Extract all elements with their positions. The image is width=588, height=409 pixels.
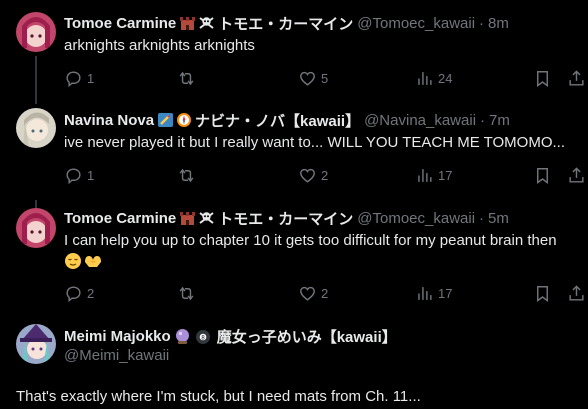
bookmark-icon xyxy=(537,167,548,184)
display-name[interactable]: Tomoe Carmine xyxy=(64,15,176,32)
action-bar: 1 2 17 xyxy=(64,165,584,185)
views-icon xyxy=(418,168,432,182)
display-name[interactable]: Meimi Majokko xyxy=(64,328,171,345)
retweet-icon xyxy=(179,168,194,182)
tweet-header: Tomoe Carmine トモエ・カーマイン @Tomoec_kawaii ·… xyxy=(64,13,509,33)
bookmark-icon xyxy=(537,70,548,87)
separator-dot: · xyxy=(479,209,485,227)
like-count: 2 xyxy=(321,167,329,183)
retweet-button[interactable] xyxy=(177,68,200,88)
tweet-text: ive never played it but I really want to… xyxy=(64,134,566,151)
reply-icon xyxy=(66,285,81,302)
share-icon xyxy=(569,166,584,183)
separator-dot: · xyxy=(480,111,486,129)
avatar-tomoe[interactable] xyxy=(16,208,56,248)
skull-crossbones-icon xyxy=(198,15,215,31)
views-icon xyxy=(418,286,432,300)
eight-ball-icon: 8 xyxy=(195,329,211,345)
timestamp[interactable]: 7m xyxy=(489,112,510,129)
flag-emoji-icon xyxy=(157,112,174,128)
views-button[interactable]: 17 xyxy=(415,283,452,303)
timestamp[interactable]: 5m xyxy=(488,210,509,227)
reply-count: 1 xyxy=(87,70,95,86)
like-button[interactable]: 5 xyxy=(298,68,328,88)
relieved-face-icon xyxy=(65,253,81,269)
tweet-header: Meimi Majokko 8 魔女っ子めいみ【kawaii】 xyxy=(64,326,397,347)
like-count: 5 xyxy=(321,70,329,86)
jp-name: トモエ・カーマイン xyxy=(218,15,354,33)
heart-icon xyxy=(300,71,315,86)
reply-icon xyxy=(66,70,81,87)
display-name[interactable]: Tomoe Carmine xyxy=(64,210,176,227)
tweet-4[interactable]: Meimi Majokko 8 魔女っ子めいみ【kawaii】 @Meimi_k… xyxy=(0,312,588,409)
tweet-header: Navina Nova ナビナ・ノバ【kawaii】 @Navina_kawai… xyxy=(64,110,510,130)
heart-icon xyxy=(300,168,315,183)
reply-button[interactable]: 2 xyxy=(64,283,94,303)
handle[interactable]: @Navina_kawaii xyxy=(364,112,476,129)
avatar-meimi[interactable] xyxy=(16,324,56,364)
jp-name: トモエ・カーマイン xyxy=(218,210,354,228)
views-icon xyxy=(418,71,432,85)
view-count: 17 xyxy=(438,285,453,301)
display-name[interactable]: Navina Nova xyxy=(64,112,154,129)
handle[interactable]: @Tomoec_kawaii xyxy=(357,210,475,227)
thread-line xyxy=(35,56,37,104)
heart-hands-icon xyxy=(85,256,101,267)
bookmark-icon xyxy=(537,285,548,302)
views-button[interactable]: 24 xyxy=(415,68,452,88)
share-button[interactable] xyxy=(567,283,586,303)
action-bar: 1 5 24 xyxy=(64,68,584,88)
bookmark-button[interactable] xyxy=(533,283,552,303)
skull-crossbones-icon xyxy=(198,210,215,226)
reply-count: 2 xyxy=(87,285,95,301)
like-button[interactable]: 2 xyxy=(298,283,328,303)
castle-emoji-icon xyxy=(179,15,196,31)
handle[interactable]: @Meimi_kawaii xyxy=(64,347,169,364)
jp-name: 魔女っ子めいみ【kawaii】 xyxy=(216,329,397,346)
heart-icon xyxy=(300,286,315,301)
emoji-line xyxy=(64,251,557,271)
tweet-text: I can help you up to chapter 10 it gets … xyxy=(64,231,557,271)
retweet-button[interactable] xyxy=(177,283,200,303)
tweet-text: arknights arknights arknights xyxy=(64,37,255,54)
share-icon xyxy=(569,69,584,86)
timestamp[interactable]: 8m xyxy=(488,15,509,32)
share-icon xyxy=(569,284,584,301)
reply-button[interactable]: 1 xyxy=(64,68,94,88)
bookmark-button[interactable] xyxy=(533,68,552,88)
handle[interactable]: @Tomoec_kawaii xyxy=(357,15,475,32)
crystal-ball-icon xyxy=(174,328,191,345)
retweet-button[interactable] xyxy=(177,165,200,185)
tweet-3[interactable]: Tomoe Carmine トモエ・カーマイン @Tomoec_kawaii ·… xyxy=(0,200,588,312)
jp-name: ナビナ・ノバ【kawaii】 xyxy=(195,112,361,130)
thread-line xyxy=(35,200,37,208)
reply-count: 1 xyxy=(87,167,95,183)
tweet-text-line: I can help you up to chapter 10 it gets … xyxy=(64,232,557,249)
compass-emoji-icon xyxy=(176,112,192,128)
share-button[interactable] xyxy=(567,165,586,185)
action-bar: 2 2 17 xyxy=(64,283,584,303)
castle-emoji-icon xyxy=(179,210,196,226)
tweet-2[interactable]: Navina Nova ナビナ・ノバ【kawaii】 @Navina_kawai… xyxy=(0,104,588,200)
like-count: 2 xyxy=(321,285,329,301)
avatar-navina[interactable] xyxy=(16,108,56,148)
view-count: 24 xyxy=(438,70,453,86)
views-button[interactable]: 17 xyxy=(415,165,452,185)
avatar-tomoe[interactable] xyxy=(16,12,56,52)
reply-button[interactable]: 1 xyxy=(64,165,94,185)
bookmark-button[interactable] xyxy=(533,165,552,185)
reply-icon xyxy=(66,167,81,184)
tweet-text: That's exactly where I'm stuck, but I ne… xyxy=(16,388,421,405)
share-button[interactable] xyxy=(567,68,586,88)
tweet-1[interactable]: Tomoe Carmine トモエ・カーマイン @Tomoec_kawaii ·… xyxy=(0,0,588,104)
tweet-header: Tomoe Carmine トモエ・カーマイン @Tomoec_kawaii ·… xyxy=(64,208,509,228)
retweet-icon xyxy=(179,71,194,85)
retweet-icon xyxy=(179,286,194,300)
separator-dot: · xyxy=(479,14,485,32)
like-button[interactable]: 2 xyxy=(298,165,328,185)
view-count: 17 xyxy=(438,167,453,183)
